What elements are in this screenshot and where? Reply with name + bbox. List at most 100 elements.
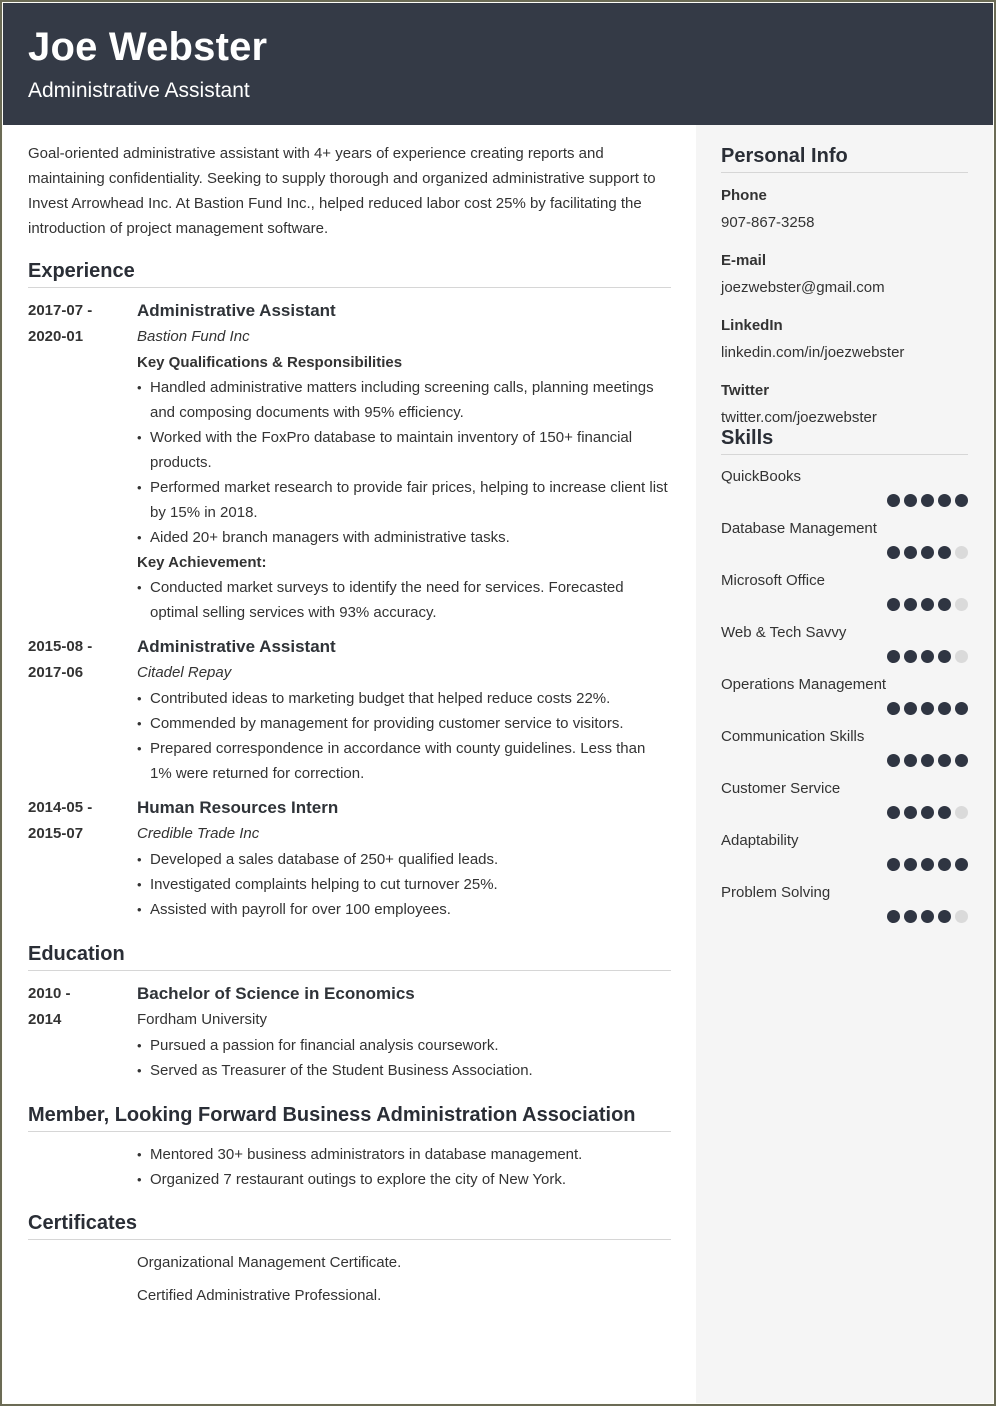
skills-title: Skills	[721, 427, 968, 455]
twitter-value: twitter.com/joezwebster	[721, 409, 877, 426]
rating-dot-filled-icon	[921, 494, 934, 507]
skill-item: Web & Tech Savvy	[721, 623, 968, 663]
rating-dot-filled-icon	[904, 546, 917, 559]
skill-name: Microsoft Office	[721, 572, 825, 589]
rating-dot-filled-icon	[938, 494, 951, 507]
rating-dot-filled-icon	[904, 754, 917, 767]
rating-dot-filled-icon	[904, 858, 917, 871]
rating-dot-empty-icon	[955, 546, 968, 559]
rating-dot-filled-icon	[955, 858, 968, 871]
job-title: Administrative Assistant	[137, 637, 336, 656]
twitter-label: Twitter	[721, 382, 770, 399]
rating-dot-filled-icon	[938, 598, 951, 611]
rating-dot-filled-icon	[938, 702, 951, 715]
rating-dot-filled-icon	[921, 650, 934, 663]
bullet-item: Assisted with payroll for over 100 emplo…	[137, 897, 671, 922]
skill-rating	[721, 650, 968, 663]
skill-rating	[721, 754, 968, 767]
bullet-list: Developed a sales database of 250+ quali…	[137, 847, 671, 922]
bullet-item: Served as Treasurer of the Student Busin…	[137, 1058, 671, 1083]
candidate-role: Administrative Assistant	[28, 79, 250, 102]
education-title: Education	[28, 943, 671, 971]
subheading: Key Achievement:	[137, 554, 267, 571]
skill-name: Adaptability	[721, 832, 799, 849]
rating-dot-filled-icon	[887, 598, 900, 611]
rating-dot-empty-icon	[955, 598, 968, 611]
education-entry: 2010 - 2014 Bachelor of Science in Econo…	[28, 981, 671, 1083]
rating-dot-filled-icon	[904, 702, 917, 715]
bullet-item: Developed a sales database of 250+ quali…	[137, 847, 671, 872]
skill-name: Operations Management	[721, 676, 887, 693]
rating-dot-filled-icon	[887, 650, 900, 663]
skill-name: Customer Service	[721, 780, 841, 797]
rating-dot-filled-icon	[904, 910, 917, 923]
bullet-list: Contributed ideas to marketing budget th…	[137, 686, 671, 786]
bullet-item: Mentored 30+ business administrators in …	[137, 1142, 671, 1167]
rating-dot-empty-icon	[955, 806, 968, 819]
summary-text: Goal-oriented administrative assistant w…	[28, 145, 656, 237]
resume-page: Joe Webster Administrative Assistant Per…	[3, 3, 993, 1403]
bullet-list: Conducted market surveys to identify the…	[137, 575, 671, 625]
skill-rating	[721, 494, 968, 507]
rating-dot-filled-icon	[938, 858, 951, 871]
skills-list: QuickBooks Database Management Microsoft O…	[721, 467, 968, 923]
rating-dot-filled-icon	[955, 702, 968, 715]
date-start: 2017-07 -	[28, 302, 93, 319]
linkedin-label: LinkedIn	[721, 317, 783, 334]
rating-dot-filled-icon	[938, 806, 951, 819]
rating-dot-filled-icon	[955, 494, 968, 507]
entry-body: Mentored 30+ business administrators in …	[137, 1142, 671, 1192]
date-start: 2014-05 -	[28, 799, 93, 816]
date-end: 2015-07	[28, 825, 84, 842]
date-end: 2014	[28, 1011, 62, 1028]
education-section: Education 2010 - 2014 Bachelor of Scienc…	[28, 943, 671, 1083]
date-start: 2010 -	[28, 985, 71, 1002]
rating-dot-filled-icon	[904, 494, 917, 507]
skill-name: QuickBooks	[721, 468, 802, 485]
skill-item: Communication Skills	[721, 727, 968, 767]
sidebar: Personal Info Phone 907-867-3258 E-mail …	[696, 125, 993, 1403]
skill-item: Adaptability	[721, 831, 968, 871]
rating-dot-filled-icon	[921, 858, 934, 871]
rating-dot-filled-icon	[904, 598, 917, 611]
bullet-item: Aided 20+ branch managers with administr…	[137, 525, 671, 550]
rating-dot-filled-icon	[887, 702, 900, 715]
rating-dot-filled-icon	[921, 910, 934, 923]
skills-section: Skills QuickBooks Database Management Micr…	[721, 427, 968, 923]
company-name: Citadel Repay	[137, 664, 232, 681]
bullet-list: Mentored 30+ business administrators in …	[137, 1142, 671, 1192]
personal-info-title: Personal Info	[721, 145, 968, 173]
skill-name: Database Management	[721, 520, 877, 537]
skill-name: Communication Skills	[721, 728, 865, 745]
date-start: 2015-08 -	[28, 638, 93, 655]
membership-title: Member, Looking Forward Business Adminis…	[28, 1104, 671, 1132]
rating-dot-empty-icon	[955, 910, 968, 923]
membership-entry: Mentored 30+ business administrators in …	[28, 1142, 671, 1192]
skill-item: Problem Solving	[721, 883, 968, 923]
skill-rating	[721, 702, 968, 715]
rating-dot-filled-icon	[938, 910, 951, 923]
bullet-item: Investigated complaints helping to cut t…	[137, 872, 671, 897]
rating-dot-filled-icon	[938, 650, 951, 663]
experience-section: Experience 2017-07 - 2020-01 Administrat…	[28, 260, 671, 922]
job-title: Human Resources Intern	[137, 798, 339, 817]
rating-dot-filled-icon	[887, 806, 900, 819]
school-name: Fordham University	[137, 1011, 268, 1028]
skill-item: Microsoft Office	[721, 571, 968, 611]
skill-item: Customer Service	[721, 779, 968, 819]
bullet-item: Worked with the FoxPro database to maint…	[137, 425, 671, 475]
experience-entry: 2014-05 - 2015-07 Human Resources Intern…	[28, 795, 671, 922]
phone-label: Phone	[721, 187, 767, 204]
email-value: joezwebster@gmail.com	[721, 279, 885, 296]
email-label: E-mail	[721, 252, 767, 269]
phone-value: 907-867-3258	[721, 214, 815, 231]
membership-section: Member, Looking Forward Business Adminis…	[28, 1104, 671, 1192]
rating-dot-filled-icon	[938, 546, 951, 559]
bullet-item: Pursued a passion for financial analysis…	[137, 1033, 671, 1058]
rating-dot-filled-icon	[887, 754, 900, 767]
rating-dot-filled-icon	[955, 754, 968, 767]
entry-body: Human Resources Intern Credible Trade In…	[137, 795, 671, 922]
skill-item: Database Management	[721, 519, 968, 559]
company-name: Bastion Fund Inc	[137, 328, 250, 345]
skill-name: Problem Solving	[721, 884, 831, 901]
